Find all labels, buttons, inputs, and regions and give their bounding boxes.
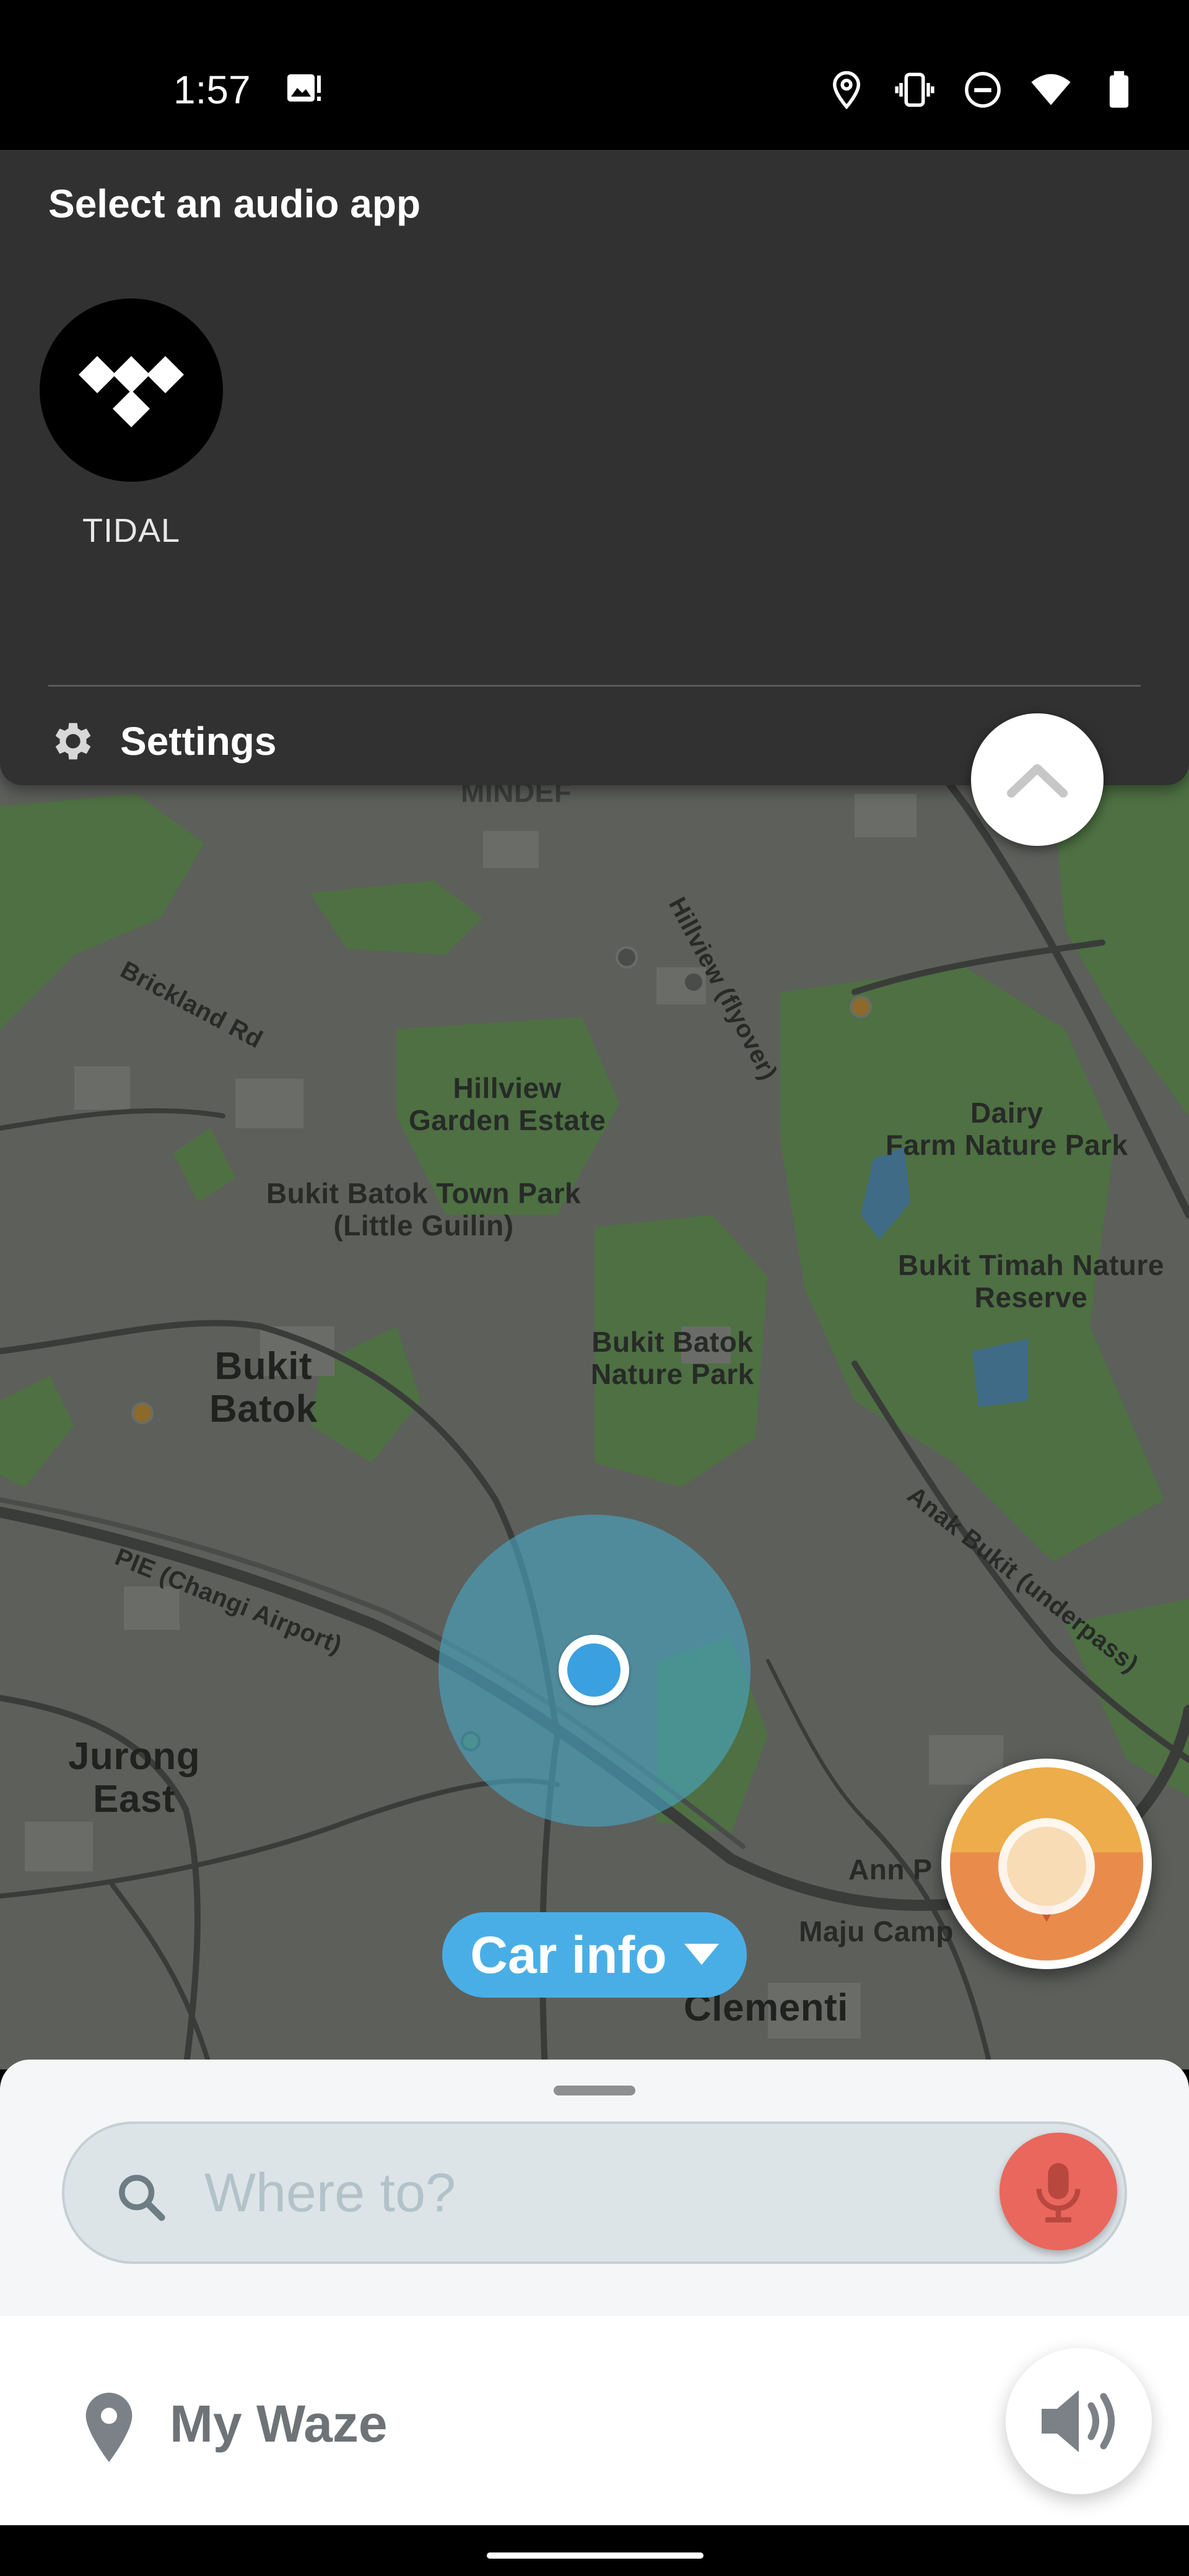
- tidal-logo-icon: [40, 298, 223, 482]
- report-button[interactable]: [941, 1759, 1152, 1969]
- report-pin-icon: [998, 1818, 1095, 1922]
- map-pin-icon: [85, 2393, 133, 2462]
- voice-search-button[interactable]: [1000, 2133, 1117, 2250]
- status-bar: 1:57: [0, 0, 1189, 150]
- audio-panel-title: Select an audio app: [48, 181, 421, 226]
- settings-button[interactable]: Settings: [48, 707, 276, 775]
- wifi-icon: [1031, 74, 1071, 105]
- map-label-hillview-garden: Hillview Garden Estate: [409, 1072, 606, 1136]
- search-icon: [119, 2175, 165, 2221]
- sound-settings-button[interactable]: [1006, 2348, 1152, 2494]
- location-icon: [832, 71, 861, 110]
- chevron-down-icon: [684, 1944, 719, 1965]
- audio-app-label: TIDAL: [82, 512, 181, 549]
- image-notification-icon: [287, 74, 321, 102]
- status-icons: [826, 69, 1139, 110]
- divider: [48, 685, 1141, 687]
- vibrate-icon: [895, 72, 934, 107]
- home-gesture-handle[interactable]: [487, 2552, 703, 2559]
- map-label-bukit-batok-nature: Bukit Batok Nature Park: [591, 1326, 754, 1390]
- gear-icon: [55, 723, 91, 760]
- audio-app-panel: Select an audio app TIDAL Settings: [0, 150, 1189, 785]
- search-bar[interactable]: [62, 2121, 1127, 2264]
- sheet-drag-handle[interactable]: [554, 2086, 635, 2095]
- microphone-icon: [1036, 2163, 1081, 2222]
- map-label-bukit-batok: Bukit Batok: [209, 1345, 318, 1431]
- do-not-disturb-icon: [965, 72, 1001, 108]
- map-label-dairy-farm: Dairy Farm Nature Park: [886, 1097, 1128, 1161]
- report-icon: [950, 1767, 1143, 1960]
- battery-icon: [1109, 71, 1129, 108]
- car-info-button[interactable]: Car info: [442, 1912, 747, 1998]
- map-label-jurong-east: Jurong East: [68, 1735, 201, 1821]
- map-label-maju-camp: Maju Camp: [799, 1915, 954, 1947]
- my-waze-label: My Waze: [170, 2395, 388, 2453]
- audio-app-tidal[interactable]: TIDAL: [40, 298, 223, 550]
- status-time: 1:57: [173, 67, 251, 112]
- chevron-up-icon: [1007, 764, 1068, 798]
- current-location-marker[interactable]: [559, 1635, 629, 1705]
- car-info-label: Car info: [470, 1925, 667, 1984]
- map-label-bukit-timah: Bukit Timah Nature Reserve: [898, 1249, 1164, 1313]
- bottom-sheet: [0, 2060, 1189, 2320]
- speaker-icon: [1042, 2390, 1115, 2452]
- map-label-ann-pee: Ann P: [848, 1853, 933, 1886]
- search-input[interactable]: [204, 2124, 947, 2261]
- collapse-panel-button[interactable]: [971, 713, 1104, 846]
- settings-label: Settings: [120, 719, 277, 764]
- system-navigation-bar: [0, 2525, 1189, 2576]
- my-waze-row[interactable]: My Waze: [0, 2316, 1189, 2525]
- map-label-bukit-batok-town-park: Bukit Batok Town Park (Little Guilin): [266, 1177, 581, 1242]
